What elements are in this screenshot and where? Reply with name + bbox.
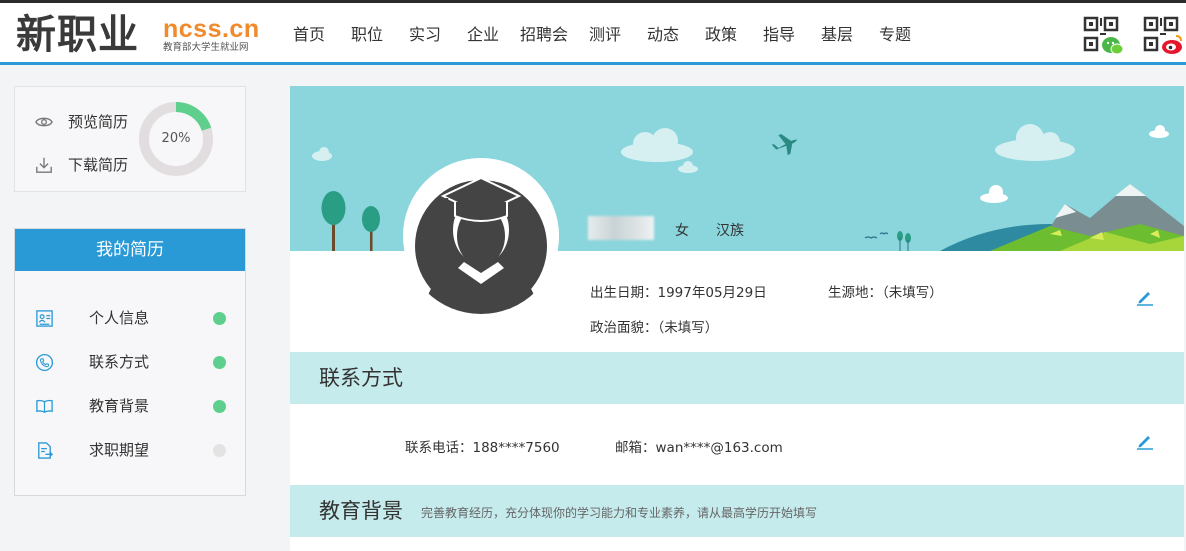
- status-dot: [213, 400, 226, 413]
- education-section-header: 教育背景 完善教育经历，充分体现你的学习能力和专业素养，请从最高学历开始填写: [290, 485, 1184, 537]
- main-nav: 首页 职位 实习 企业 招聘会 测评 动态 政策 指导 基层 专题: [280, 6, 924, 64]
- download-resume-label: 下载简历: [68, 156, 129, 174]
- email-line: 邮箱：wan****@163.com: [615, 436, 783, 456]
- phone-label: 联系电话：: [405, 440, 473, 456]
- phone-line: 联系电话：188****7560: [405, 436, 560, 456]
- nav-companies[interactable]: 企业: [454, 6, 512, 64]
- download-resume-button[interactable]: 下载简历: [35, 154, 128, 175]
- wechat-qr-icon[interactable]: [1083, 16, 1123, 56]
- resume-main: 女 汉族 出生日期：1997年05月29日 生源地：（未填写） 政治面貌：（未填…: [290, 86, 1184, 551]
- graduate-avatar-icon: [403, 158, 559, 314]
- nav-internship[interactable]: 实习: [396, 6, 454, 64]
- weibo-qr-icon[interactable]: [1143, 16, 1183, 56]
- status-dot: [213, 312, 226, 325]
- download-icon: [36, 157, 52, 173]
- sidebar-item-education[interactable]: 教育背景: [15, 391, 245, 421]
- birth-date-label: 出生日期：: [590, 285, 658, 301]
- sidebar-item-contact[interactable]: 联系方式: [15, 347, 245, 377]
- sidebar-item-label: 求职期望: [89, 441, 150, 459]
- phone-icon: [35, 353, 54, 372]
- email-label: 邮箱：: [615, 440, 656, 456]
- status-dot: [213, 444, 226, 457]
- resume-actions-panel: 预览简历 下载简历 20%: [14, 86, 246, 192]
- logo-english[interactable]: ncss.cn: [163, 15, 260, 43]
- status-dot: [213, 356, 226, 369]
- logo-chinese[interactable]: 新职业: [16, 11, 139, 59]
- nav-grassroots[interactable]: 基层: [808, 6, 866, 64]
- phone-value: 188****7560: [472, 440, 560, 456]
- nav-jobs[interactable]: 职位: [338, 6, 396, 64]
- completion-donut: 20%: [137, 100, 215, 178]
- gender-value: 女: [675, 223, 689, 239]
- birth-date-value: 1997年05月29日: [657, 285, 767, 301]
- education-section-hint: 完善教育经历，充分体现你的学习能力和专业素养，请从最高学历开始填写: [421, 506, 818, 520]
- nav-topics[interactable]: 专题: [866, 6, 924, 64]
- edit-contact-icon[interactable]: [1136, 432, 1154, 450]
- politics-value: （未填写）: [657, 320, 719, 336]
- my-resume-title: 我的简历: [15, 229, 245, 271]
- nav-home[interactable]: 首页: [280, 6, 338, 64]
- nav-guidance[interactable]: 指导: [750, 6, 808, 64]
- nav-policy[interactable]: 政策: [692, 6, 750, 64]
- politics-label: 政治面貌：: [590, 320, 658, 336]
- contact-section-title: 联系方式: [319, 366, 403, 390]
- sidebar-item-personal-info[interactable]: 个人信息: [15, 303, 245, 333]
- contact-section-header: 联系方式: [290, 352, 1184, 404]
- sidebar-item-label: 联系方式: [89, 353, 150, 371]
- ethnicity-value: 汉族: [716, 223, 744, 239]
- email-value: wan****@163.com: [655, 440, 783, 456]
- header-accent-border: [0, 62, 1186, 65]
- site-header: 新职业 ncss.cn 教育部大学生就业网 首页 职位 实习 企业 招聘会 测评…: [0, 3, 1186, 63]
- id-card-icon: [36, 310, 53, 327]
- name-redacted: [588, 216, 654, 240]
- logo-subtitle: 教育部大学生就业网: [163, 42, 249, 53]
- sidebar-item-job-expectation[interactable]: 求职期望: [15, 435, 245, 465]
- nav-assessment[interactable]: 测评: [576, 6, 634, 64]
- education-section-title: 教育背景: [319, 499, 403, 523]
- origin-label: 生源地：: [828, 285, 882, 301]
- book-icon: [36, 399, 53, 413]
- document-icon: [38, 442, 54, 459]
- eye-icon: [35, 117, 53, 126]
- my-resume-panel: 我的简历 个人信息 联系方式 教育背景 求职期望: [14, 228, 246, 496]
- origin-line: 生源地：（未填写）: [828, 281, 943, 301]
- completion-percent: 20%: [161, 131, 191, 146]
- sidebar-item-label: 教育背景: [89, 397, 150, 415]
- edit-profile-icon[interactable]: [1136, 288, 1154, 306]
- sidebar-item-label: 个人信息: [89, 309, 150, 327]
- preview-resume-label: 预览简历: [68, 113, 129, 131]
- avatar[interactable]: [403, 158, 559, 314]
- preview-resume-button[interactable]: 预览简历: [35, 111, 128, 132]
- politics-line: 政治面貌：（未填写）: [590, 316, 718, 336]
- birth-date-line: 出生日期：1997年05月29日: [590, 281, 767, 301]
- nav-job-fairs[interactable]: 招聘会: [512, 6, 576, 64]
- origin-value: （未填写）: [882, 285, 943, 301]
- nav-news[interactable]: 动态: [634, 6, 692, 64]
